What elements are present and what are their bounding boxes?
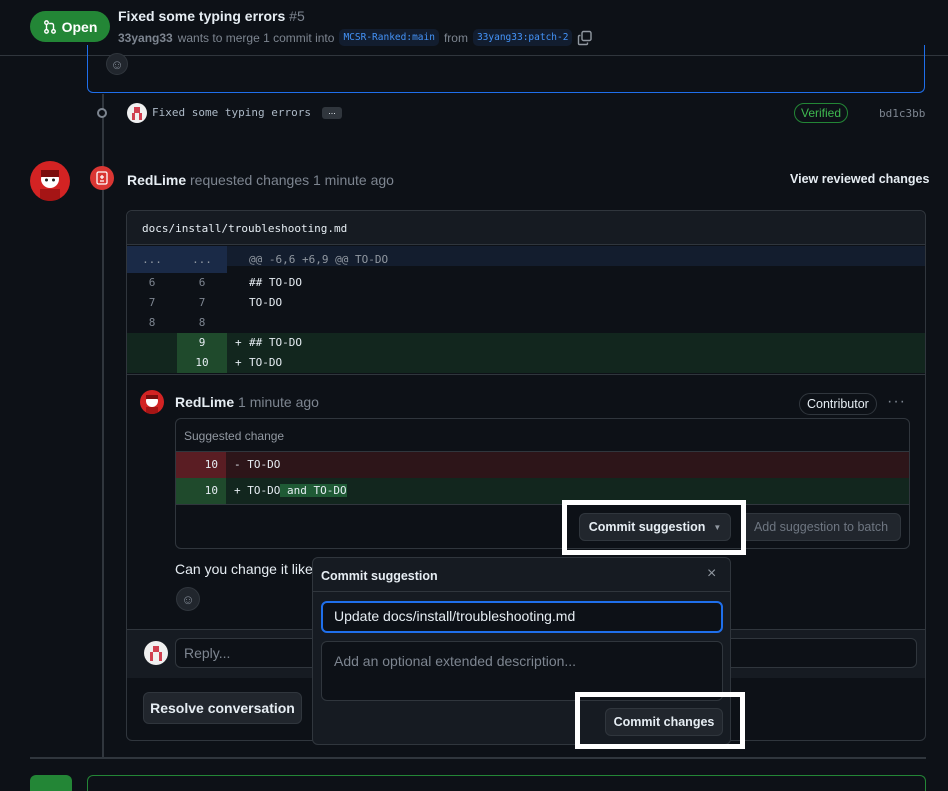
previous-comment-box: ☺ <box>87 45 925 93</box>
reviewer-avatar[interactable] <box>30 161 70 201</box>
merge-box <box>87 775 926 791</box>
diff-line: 7 7 TO-DO <box>127 293 925 313</box>
pr-subtitle: 33yang33 wants to merge 1 commit into MC… <box>118 29 593 46</box>
diff-line-added: 10 + TO-DO <box>127 353 925 373</box>
file-path[interactable]: docs/install/troubleshooting.md <box>142 222 347 235</box>
line-number-new[interactable]: 6 <box>177 273 227 293</box>
hunk-text: @@ -6,6 +6,9 @@ TO-DO <box>249 253 389 266</box>
commit-sha[interactable]: bd1c3bb <box>879 107 925 120</box>
review-time[interactable]: 1 minute ago <box>313 172 394 188</box>
add-reaction-icon[interactable]: ☺ <box>176 587 200 611</box>
diff-hunk-header: ... ... @@ -6,6 +6,9 @@ TO-DO <box>127 246 925 273</box>
diff-code: ## TO-DO <box>249 336 302 349</box>
commit-message[interactable]: Fixed some typing errors <box>152 106 311 119</box>
suggested-change-label: Suggested change <box>184 429 285 443</box>
diff-line: 6 6 ## TO-DO <box>127 273 925 293</box>
commenter-avatar[interactable] <box>140 390 164 414</box>
pr-state-badge: Open <box>30 11 110 42</box>
merge-status-icon <box>30 775 72 791</box>
pr-title-text: Fixed some typing errors <box>118 8 286 24</box>
highlight-box-commit-changes <box>575 692 745 749</box>
line-number-old[interactable]: 6 <box>127 273 177 293</box>
head-branch[interactable]: 33yang33:patch-2 <box>472 29 573 46</box>
commit-expand-button[interactable]: ... <box>322 107 342 119</box>
file-header: docs/install/troubleshooting.md <box>127 211 925 245</box>
diff-code: TO-DO <box>249 356 283 369</box>
add-reaction-icon[interactable]: ☺ <box>106 53 128 75</box>
diff-sign: + <box>235 336 242 349</box>
pr-number: #5 <box>289 8 305 24</box>
pr-title: Fixed some typing errors #5 <box>118 8 305 24</box>
line-number: 10 <box>176 478 226 504</box>
popover-title: Commit suggestion <box>321 569 438 583</box>
line-number-new[interactable]: 9 <box>177 333 227 353</box>
suggestion-deleted-line: 10 - TO-DO <box>176 452 909 478</box>
close-icon[interactable]: × <box>707 565 716 583</box>
comment-time[interactable]: 1 minute ago <box>238 394 319 410</box>
pr-state-label: Open <box>61 18 98 35</box>
line-number-old[interactable]: 8 <box>127 313 177 333</box>
hunk-expand-right[interactable]: ... <box>177 246 227 273</box>
highlight-box-commit-suggestion <box>562 500 746 555</box>
current-user-avatar <box>144 641 168 665</box>
comment-header: RedLime 1 minute ago <box>175 394 319 410</box>
added-code: + TO-DO and TO-DO <box>234 478 347 504</box>
hunk-expand-left[interactable]: ... <box>127 246 177 273</box>
diff-code: TO-DO <box>249 296 283 309</box>
timeline-end-divider <box>30 757 926 759</box>
commit-dot-icon <box>97 108 107 118</box>
commenter-name[interactable]: RedLime <box>175 394 234 410</box>
line-number-new[interactable]: 7 <box>177 293 227 313</box>
diff-code: ## TO-DO <box>249 276 302 289</box>
diff-line: 8 8 <box>127 313 925 333</box>
pull-request-icon <box>43 19 56 34</box>
suggestion-added-line: 10 + TO-DO and TO-DO <box>176 478 909 504</box>
pr-merge-text: wants to merge 1 commit into <box>177 30 335 45</box>
diff-sign: + <box>235 356 242 369</box>
added-code-highlight: and TO-DO <box>280 484 347 497</box>
line-number-old[interactable]: 7 <box>127 293 177 313</box>
timeline-line <box>102 94 104 758</box>
line-number-new[interactable]: 8 <box>177 313 227 333</box>
divider <box>127 374 925 375</box>
divider <box>176 504 909 505</box>
commit-author-avatar[interactable] <box>127 103 147 123</box>
copy-icon[interactable] <box>577 30 593 46</box>
review-action: requested changes <box>190 172 310 188</box>
resolve-conversation-button[interactable]: Resolve conversation <box>143 692 302 724</box>
request-changes-icon <box>90 166 114 190</box>
commit-row: Fixed some typing errors ... Verified bd… <box>94 101 926 125</box>
view-reviewed-changes-link[interactable]: View reviewed changes <box>790 172 929 186</box>
deleted-code: - TO-DO <box>234 458 281 471</box>
add-suggestion-to-batch-button[interactable]: Add suggestion to batch <box>741 513 901 541</box>
contributor-badge: Contributor <box>799 393 877 415</box>
pr-from-text: from <box>443 30 468 45</box>
reviewer-name[interactable]: RedLime <box>127 172 186 188</box>
line-number-new[interactable]: 10 <box>177 353 227 373</box>
popover-header: Commit suggestion × <box>313 558 730 592</box>
line-number: 10 <box>176 452 226 478</box>
added-code-start: + TO-DO <box>234 484 281 497</box>
diff-line-added: 9 + ## TO-DO <box>127 333 925 353</box>
comment-body: Can you change it like <box>175 561 313 577</box>
verified-badge[interactable]: Verified <box>794 103 849 123</box>
review-summary: RedLime requested changes 1 minute ago <box>127 172 394 188</box>
pr-author[interactable]: 33yang33 <box>118 31 173 45</box>
kebab-menu-icon[interactable]: ··· <box>887 393 906 411</box>
commit-message-input[interactable]: Update docs/install/troubleshooting.md <box>321 601 723 633</box>
base-branch[interactable]: MCSR-Ranked:main <box>339 29 439 46</box>
